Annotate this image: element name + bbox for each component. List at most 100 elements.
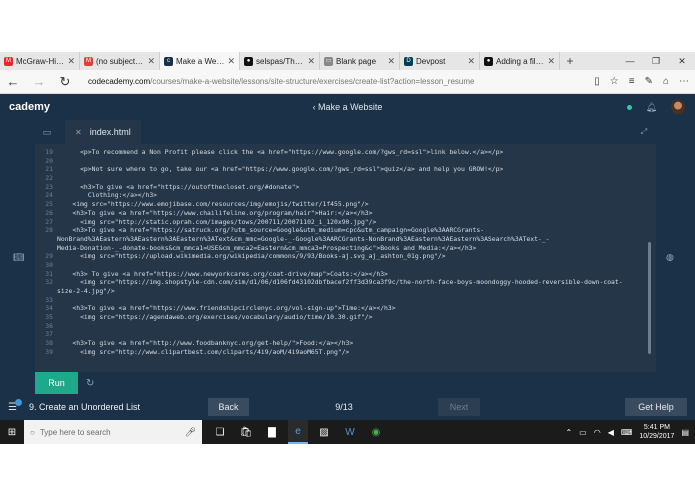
line-content: <h3>To give <a href="https://outoftheclo… (57, 182, 300, 191)
tab-title: Adding a file to a r (496, 56, 545, 66)
run-button[interactable]: Run (35, 372, 78, 394)
windows-taskbar: ⊞ ○ Type here to search 🎤︎ ❏ 🛍︎ ▇ e ▨ W … (0, 420, 695, 444)
reading-view-icon[interactable]: ▯ (594, 76, 600, 87)
line-number: 37 (45, 330, 53, 339)
favorite-star-icon[interactable]: ☆ (610, 76, 619, 87)
tab-title: McGraw-Hill Conn (16, 56, 64, 66)
tab-close-icon[interactable]: ✕ (227, 56, 235, 67)
wifi-icon[interactable]: ◠ (594, 428, 601, 437)
tab-close-icon[interactable]: ✕ (67, 56, 75, 67)
line-number: 23 (45, 182, 53, 191)
microphone-icon[interactable]: 🎤︎ (185, 427, 196, 438)
back-arrow-icon[interactable]: ← (0, 74, 26, 89)
tab-close-icon[interactable]: ✕ (307, 56, 315, 67)
book-icon[interactable]: 📖︎ (13, 252, 24, 263)
battery-icon[interactable]: ▭ (579, 428, 587, 437)
line-number (35, 287, 57, 296)
code-line: 31 <h3> To give <a href="https://www.new… (35, 270, 647, 279)
code-line: size-2-4.jpg"/> (35, 287, 647, 296)
line-number: 36 (45, 321, 53, 330)
windows-start-icon[interactable]: ⊞ (0, 427, 24, 438)
menu-icon[interactable]: ☰ (8, 398, 22, 413)
tab-close-icon[interactable]: ✕ (467, 56, 475, 67)
tray-up-arrow-icon[interactable]: ⌃ (565, 428, 572, 437)
code-line: 36 (35, 322, 647, 331)
screen: MMcGraw-Hill Conn✕M(no subject) - selsp✕… (0, 0, 695, 494)
line-content: <img src="https://upload.wikimedia.org/w… (57, 252, 446, 261)
browser-tab[interactable]: MMcGraw-Hill Conn✕ (0, 52, 80, 70)
edge-browser-icon[interactable]: e (288, 420, 308, 444)
minimize-icon[interactable]: — (617, 52, 643, 70)
new-tab-button[interactable]: + (560, 52, 580, 70)
tab-close-icon[interactable]: ✕ (547, 56, 555, 67)
url-host: codecademy.com (88, 77, 151, 86)
line-content: <img src="https://img.shopstyle-cdn.com/… (57, 278, 623, 287)
browser-tab[interactable]: ●selspas/The-Giving✕ (240, 52, 320, 70)
photos-icon[interactable]: ▨ (314, 420, 334, 444)
line-number: 24 (45, 191, 53, 200)
line-content: Media-Donation-_-donate-books&cm_mmca1=U… (57, 243, 477, 252)
web-note-icon[interactable]: ✎ (645, 76, 653, 87)
close-file-icon[interactable]: ✕ (75, 128, 82, 137)
browser-tab[interactable]: cMake a Website✕ (160, 52, 240, 70)
code-line: 33 (35, 296, 647, 305)
line-content: <img src="https://www.emojibase.com/reso… (57, 200, 369, 209)
close-window-icon[interactable]: ✕ (669, 52, 695, 70)
browser-tab[interactable]: D Devpost ✕ (400, 52, 480, 70)
word-icon[interactable]: W (340, 420, 360, 444)
volume-icon[interactable]: ◀︎ (608, 428, 614, 437)
lesson-title[interactable]: ‹ Make a Website (0, 102, 695, 112)
code-line: NonBrand%3AEastern%3AEastern%3AEastern%3… (35, 235, 647, 244)
back-button[interactable]: Back (208, 398, 249, 416)
url-field[interactable]: codecademy.com/courses/make-a-website/le… (88, 77, 594, 86)
store-icon[interactable]: 🛍︎ (236, 420, 256, 444)
line-number: 30 (45, 260, 53, 269)
line-number: 28 (45, 226, 53, 235)
task-view-icon[interactable]: ❏ (210, 420, 230, 444)
tab-title: Devpost (416, 56, 446, 66)
reset-icon[interactable]: ↻ (86, 378, 94, 389)
chrome-icon[interactable]: ◉ (366, 420, 386, 444)
restore-icon[interactable]: ❐ (643, 52, 669, 70)
share-icon[interactable]: ⌂ (663, 76, 669, 87)
file-tab[interactable]: ✕ index.html (65, 120, 141, 144)
tab-favicon-icon: ▭ (324, 56, 333, 66)
browser-tab[interactable]: ▭ Blank page ✕ (320, 52, 400, 70)
forward-arrow-icon[interactable]: → (26, 74, 52, 89)
code-area[interactable]: 19 <p>To recommend a Non Profit please c… (35, 148, 647, 366)
codecademy-header: codecademy ‹ Make a Website 🔔︎ (0, 94, 695, 340)
taskbar-search[interactable]: ○ Type here to search 🎤︎ (24, 420, 202, 444)
expand-icon[interactable]: ⤢ (632, 127, 656, 137)
notification-ring (15, 398, 22, 406)
browser-tab[interactable]: ●Adding a file to a r✕ (480, 52, 560, 70)
line-number: 33 (45, 295, 53, 304)
browser-tab[interactable]: M(no subject) - selsp✕ (80, 52, 160, 70)
line-number: 25 (45, 200, 53, 209)
clock-time: 5:41 PM (643, 424, 670, 431)
folder-icon[interactable]: ▭ (35, 127, 59, 138)
code-line: 20 (35, 157, 647, 166)
line-number: 20 (45, 156, 53, 165)
refresh-icon[interactable]: ↻ (52, 74, 78, 90)
line-content: <img src="https://agendaweb.org/exercise… (57, 313, 373, 322)
step-label: 9. Create an Unordered List (28, 402, 141, 412)
next-button[interactable]: Next (438, 398, 480, 416)
file-explorer-icon[interactable]: ▇ (262, 420, 282, 444)
progress-counter: 9/13 (335, 402, 353, 412)
clock[interactable]: 5:41 PM 10/29/2017 (639, 423, 674, 441)
tab-favicon-icon: D (404, 56, 413, 66)
line-number: 19 (45, 148, 53, 156)
code-line: 39 <img src="http://www.clipartbest.com/… (35, 348, 647, 357)
action-center-icon[interactable]: ▤ (681, 428, 689, 437)
tab-close-icon[interactable]: ✕ (147, 56, 155, 67)
code-scrollbar[interactable] (648, 242, 651, 354)
line-content: <h3>To give <a href="https://satruck.org… (57, 226, 485, 235)
tab-close-icon[interactable]: ✕ (387, 56, 395, 67)
browser-tab-bar: MMcGraw-Hill Conn✕M(no subject) - selsp✕… (0, 52, 695, 70)
code-line: 19 <p>To recommend a Non Profit please c… (35, 148, 647, 157)
globe-icon[interactable]: ◍ (666, 252, 674, 263)
keyboard-icon[interactable]: ⌨︎ (621, 428, 633, 437)
get-help-button[interactable]: Get Help (625, 398, 687, 416)
hub-icon[interactable]: ≡ (629, 76, 635, 87)
more-icon[interactable]: ⋯ (679, 76, 689, 87)
